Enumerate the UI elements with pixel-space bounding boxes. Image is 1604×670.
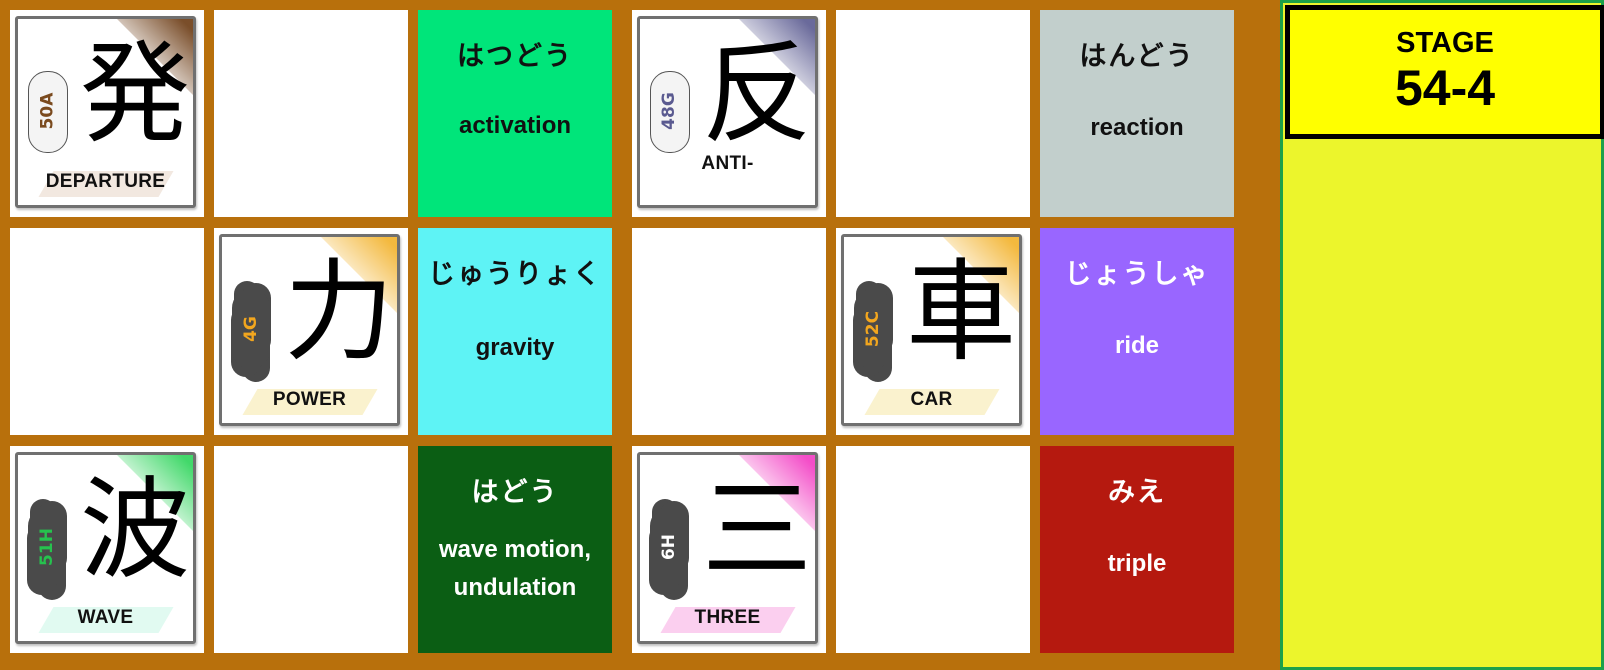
kanji-code: 6H — [659, 533, 679, 561]
word-card-ride[interactable]: じょうしゃ ride — [1040, 228, 1234, 435]
word-kana: みえ — [1108, 477, 1166, 508]
kanji-meaning: WAVE — [77, 607, 134, 628]
word-english: ride — [1114, 332, 1159, 359]
kanji-code: 52C — [862, 310, 883, 348]
kanji-meaning: POWER — [272, 389, 347, 410]
word-english: gravity — [475, 334, 555, 361]
kanji-card-power[interactable]: 4G 力 POWER — [214, 228, 408, 435]
kanji-card-face: 4G 力 POWER — [219, 234, 400, 426]
word-kana: はどう — [471, 477, 559, 508]
kanji-character: 反 — [702, 30, 812, 158]
kanji-card-face: 6H 三 THREE — [637, 452, 818, 644]
kanji-card-car[interactable]: 52C 車 CAR — [836, 228, 1030, 435]
empty-slot[interactable] — [214, 10, 408, 217]
word-english: triple — [1107, 550, 1167, 577]
kanji-card-face: 51H 波 WAVE — [15, 452, 196, 644]
word-card-gravity[interactable]: じゅうりょく gravity — [418, 228, 612, 435]
word-kana: はんどう — [1079, 41, 1195, 72]
kanji-meaning: THREE — [694, 607, 761, 628]
kanji-code: 48G — [659, 92, 679, 130]
kanji-card-face: 50A 発 DEPARTURE — [15, 16, 196, 208]
kanji-code: 51H — [36, 528, 57, 566]
kanji-meaning: ANTI- — [701, 153, 754, 174]
empty-slot[interactable] — [214, 446, 408, 653]
word-card-reaction[interactable]: はんどう reaction — [1040, 10, 1234, 217]
empty-slot[interactable] — [836, 446, 1030, 653]
stage-label: STAGE — [1396, 27, 1494, 59]
kanji-card-wave[interactable]: 51H 波 WAVE — [10, 446, 204, 653]
word-english: reaction — [1090, 114, 1184, 141]
side-panel: STAGE 54-4 — [1280, 0, 1604, 670]
kanji-card-face: 48G 反 ANTI- — [637, 16, 818, 208]
kanji-character: 三 — [702, 466, 812, 594]
word-kana: はつどう — [457, 41, 573, 72]
kanji-character: 車 — [906, 248, 1016, 376]
kanji-character: 力 — [284, 248, 394, 376]
word-english: activation — [458, 112, 572, 139]
kanji-character: 波 — [80, 466, 190, 594]
stage-indicator: STAGE 54-4 — [1285, 5, 1604, 139]
word-english-line-1: wave motion, — [438, 536, 592, 563]
word-card-activation[interactable]: はつどう activation — [418, 10, 612, 217]
kanji-card-anti[interactable]: 48G 反 ANTI- — [632, 10, 826, 217]
word-kana: じょうしゃ — [1064, 259, 1210, 290]
word-card-triple[interactable]: みえ triple — [1040, 446, 1234, 653]
kanji-meaning: DEPARTURE — [45, 171, 166, 192]
word-kana: じゅうりょく — [428, 259, 602, 290]
empty-slot[interactable] — [10, 228, 204, 435]
kanji-card-face: 52C 車 CAR — [841, 234, 1022, 426]
kanji-card-departure[interactable]: 50A 発 DEPARTURE — [10, 10, 204, 217]
word-card-wave-motion[interactable]: はどう wave motion, undulation — [418, 446, 612, 653]
empty-slot[interactable] — [836, 10, 1030, 217]
game-board: 50A 発 DEPARTURE はつどう activation 48G 反 AN… — [0, 0, 1280, 670]
empty-slot[interactable] — [632, 228, 826, 435]
kanji-meaning: CAR — [910, 389, 953, 410]
kanji-code: 50A — [36, 92, 57, 130]
word-english-line-2: undulation — [453, 574, 577, 601]
kanji-character: 発 — [80, 30, 190, 158]
kanji-code: 4G — [240, 316, 261, 342]
kanji-card-three[interactable]: 6H 三 THREE — [632, 446, 826, 653]
stage-number: 54-4 — [1394, 60, 1496, 116]
